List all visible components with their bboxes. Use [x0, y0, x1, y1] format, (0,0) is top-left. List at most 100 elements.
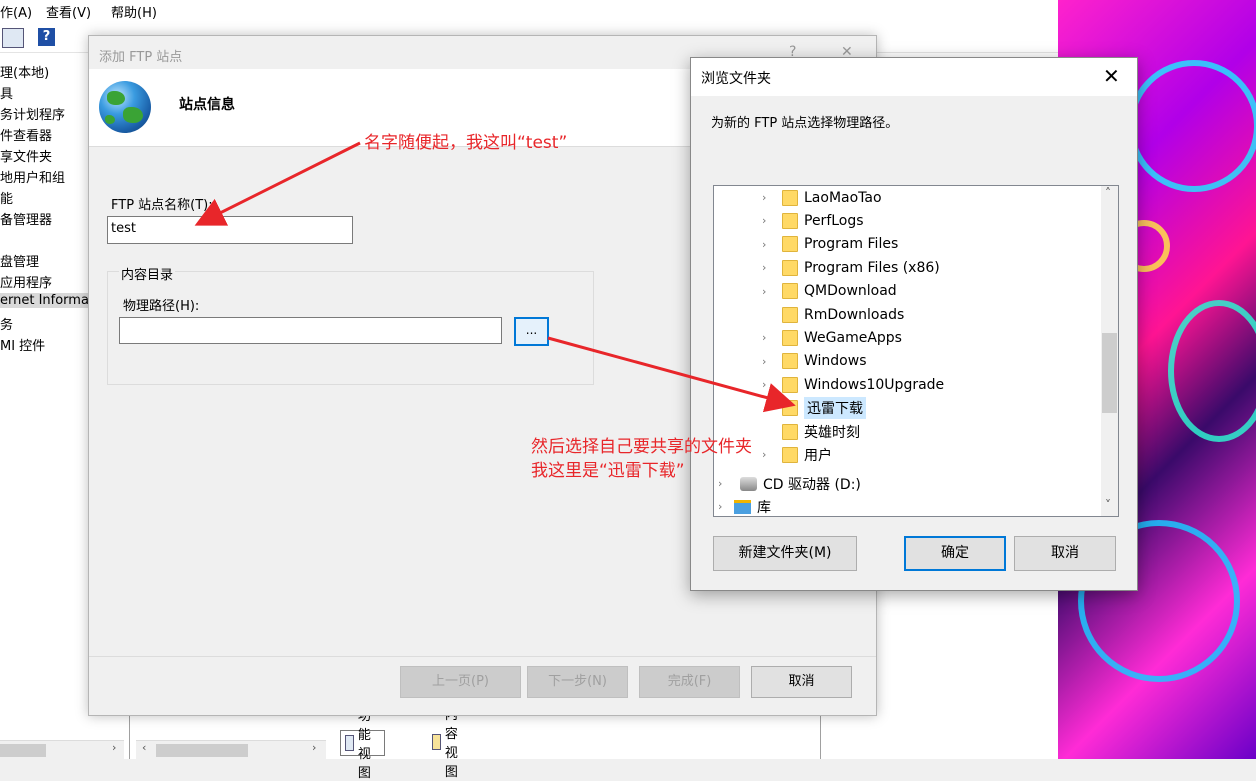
site-name-label: FTP 站点名称(T):: [111, 198, 213, 213]
tree-item-label: Windows10Upgrade: [804, 376, 945, 393]
help-icon[interactable]: ?: [38, 28, 55, 46]
scroll-down-arrow[interactable]: ˅: [1105, 498, 1111, 512]
feature-view-icon: [345, 735, 354, 751]
chevron-right-icon[interactable]: ›: [762, 191, 766, 204]
folder-icon: [782, 306, 798, 323]
tree-item[interactable]: 具: [0, 83, 13, 102]
dialog-description: 为新的 FTP 站点选择物理路径。: [711, 116, 899, 131]
tree-item-selected-folder[interactable]: 迅雷下载: [782, 397, 866, 420]
globe-icon: [99, 81, 151, 133]
dialog-title: 添加 FTP 站点: [99, 50, 183, 65]
tree-item-folder[interactable]: › 用户: [762, 443, 832, 466]
content-directory-label: 内容目录: [119, 264, 176, 283]
scroll-right-arrow[interactable]: ›: [312, 741, 316, 754]
folder-icon: [782, 283, 798, 300]
ok-button[interactable]: 确定: [904, 536, 1006, 571]
tab-feature-view[interactable]: 功能视图: [340, 709, 386, 781]
folder-icon: [782, 259, 798, 276]
browse-button[interactable]: ...: [514, 317, 549, 346]
tree-item-folder[interactable]: › Program Files: [762, 233, 898, 256]
tree-item-folder[interactable]: › Program Files (x86): [762, 256, 940, 279]
next-button[interactable]: 下一步(N): [527, 666, 628, 698]
title-bar: 浏览文件夹 ✕: [691, 58, 1137, 96]
site-name-input[interactable]: test: [107, 216, 353, 244]
annotation-name-hint: 名字随便起，我这叫“test”: [364, 133, 568, 153]
tree-item[interactable]: 务: [0, 314, 13, 333]
tree-item-folder[interactable]: › WeGameApps: [762, 326, 902, 349]
tree-item[interactable]: 盘管理: [0, 251, 39, 270]
scroll-right-arrow[interactable]: ›: [112, 741, 116, 754]
new-folder-button[interactable]: 新建文件夹(M): [713, 536, 857, 571]
tree-item-label: 迅雷下载: [804, 397, 866, 420]
chevron-right-icon[interactable]: ›: [762, 261, 766, 274]
chevron-right-icon[interactable]: ›: [762, 355, 766, 368]
tree-item-label: Program Files (x86): [804, 259, 940, 276]
scroll-thumb[interactable]: [156, 744, 248, 757]
folder-icon: [782, 189, 798, 206]
chevron-right-icon[interactable]: ›: [718, 500, 722, 513]
tree-item[interactable]: 享文件夹: [0, 146, 52, 165]
tree-item-folder[interactable]: › LaoMaoTao: [762, 186, 882, 209]
tree-item[interactable]: 备管理器: [0, 209, 52, 228]
folder-icon: [782, 353, 798, 370]
menu-view[interactable]: 查看(V): [46, 2, 91, 21]
folder-tree[interactable]: › LaoMaoTao › PerfLogs › Program Files › Progra…: [713, 185, 1119, 517]
scroll-thumb[interactable]: [0, 744, 46, 757]
tree-item-label: CD 驱动器 (D:): [763, 476, 861, 493]
tree-item[interactable]: 件查看器: [0, 125, 52, 144]
tree-item-folder[interactable]: › PerfLogs: [762, 209, 864, 232]
tree-item-iis[interactable]: ernet Informat: [0, 293, 96, 308]
tree-item-cd-drive[interactable]: › CD 驱动器 (D:): [718, 472, 861, 495]
console-tree-icon[interactable]: [2, 28, 24, 48]
scroll-up-arrow[interactable]: ˄: [1105, 186, 1111, 200]
tree-item-folder[interactable]: › QMDownload: [762, 280, 897, 303]
physical-path-input[interactable]: [119, 317, 502, 344]
content-horizontal-scrollbar[interactable]: ‹ ›: [136, 740, 326, 760]
chevron-right-icon[interactable]: ›: [762, 331, 766, 344]
finish-button[interactable]: 完成(F): [639, 666, 740, 698]
chevron-right-icon[interactable]: ›: [762, 238, 766, 251]
page-heading: 站点信息: [179, 97, 235, 113]
chevron-right-icon[interactable]: ›: [762, 285, 766, 298]
tree-item-library[interactable]: › 库: [718, 495, 771, 516]
tree-item[interactable]: 务计划程序: [0, 104, 65, 123]
tree-item[interactable]: 应用程序: [0, 272, 52, 291]
tree-item-label: WeGameApps: [804, 329, 902, 346]
tree-item-label: PerfLogs: [804, 212, 864, 229]
tab-content-view[interactable]: 内容视图: [428, 708, 471, 780]
tree-item[interactable]: MI 控件: [0, 335, 45, 354]
tree-horizontal-scrollbar[interactable]: ›: [0, 740, 124, 760]
scroll-thumb[interactable]: [1102, 333, 1117, 413]
menu-help[interactable]: 帮助(H): [111, 2, 157, 21]
dialog-title: 浏览文件夹: [701, 71, 771, 87]
tree-item-folder[interactable]: 英雄时刻: [782, 420, 860, 443]
tree-item-folder[interactable]: › Windows: [762, 350, 867, 373]
chevron-right-icon[interactable]: ›: [762, 448, 766, 461]
tree-item[interactable]: 理(本地): [0, 62, 49, 81]
cancel-button[interactable]: 取消: [1014, 536, 1116, 571]
menu-action[interactable]: 作(A): [0, 2, 32, 21]
physical-path-label: 物理路径(H):: [123, 299, 200, 314]
chevron-right-icon[interactable]: ›: [718, 477, 722, 490]
tree-item-folder[interactable]: RmDownloads: [782, 303, 904, 326]
folder-tree-scrollbar[interactable]: ˄ ˅: [1101, 186, 1118, 516]
close-icon[interactable]: ✕: [1103, 64, 1120, 88]
folder-icon: [782, 236, 798, 253]
tree-item-label: 英雄时刻: [804, 424, 860, 441]
tree-item-label: 用户: [804, 447, 832, 464]
chevron-right-icon[interactable]: ›: [762, 214, 766, 227]
previous-button[interactable]: 上一页(P): [400, 666, 521, 698]
scroll-left-arrow[interactable]: ‹: [142, 741, 146, 754]
tree-item[interactable]: 能: [0, 188, 13, 207]
chevron-right-icon[interactable]: ›: [762, 378, 766, 391]
annotation-folder-hint-line2: 我这里是“迅雷下载”: [531, 461, 685, 481]
cancel-button[interactable]: 取消: [751, 666, 852, 698]
annotation-folder-hint-line1: 然后选择自己要共享的文件夹: [531, 437, 752, 457]
folder-icon: [782, 329, 798, 346]
tree-item-label: 库: [757, 499, 771, 516]
tree-item-folder[interactable]: › Windows10Upgrade: [762, 373, 945, 396]
browse-folder-dialog: 浏览文件夹 ✕ 为新的 FTP 站点选择物理路径。 › LaoMaoTao › Per…: [690, 57, 1138, 591]
folder-icon: [782, 212, 798, 229]
tree-item[interactable]: 地用户和组: [0, 167, 65, 186]
tree-item-label: RmDownloads: [804, 306, 905, 323]
